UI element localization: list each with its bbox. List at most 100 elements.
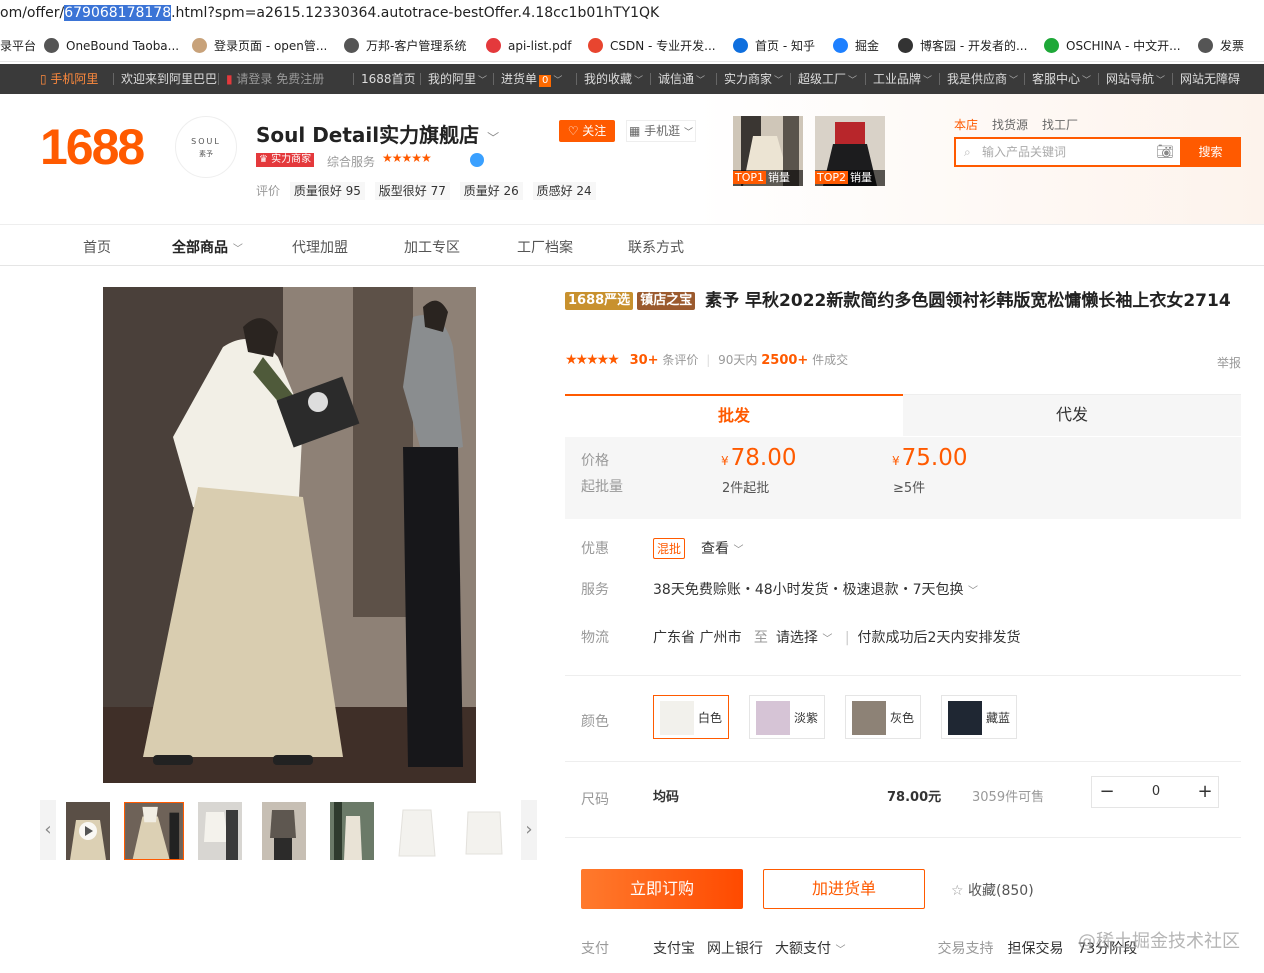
thumbnail-image <box>330 802 374 860</box>
bookmark-label: OSCHINA - 中文开... <box>1066 39 1181 53</box>
color-option-white[interactable]: 白色 <box>653 695 729 739</box>
search-tab-factory[interactable]: 找工厂 <box>1042 118 1078 132</box>
promo-view-link[interactable]: 查看 ﹀ <box>701 541 743 557</box>
bookmark-item[interactable]: CSDN - 专业开发... <box>588 37 716 55</box>
thumbnail-video[interactable] <box>66 802 110 860</box>
top-product-2[interactable]: TOP2 销量 <box>815 116 885 186</box>
thumbnail[interactable] <box>395 802 439 860</box>
address-bar[interactable]: om/offer/679068178178.html?spm=a2615.123… <box>0 0 1264 28</box>
thumbnail-selected[interactable] <box>124 802 184 860</box>
divider <box>218 73 219 85</box>
topbar-item[interactable]: 诚信通 ﹀ <box>658 71 705 89</box>
decrement-button[interactable]: − <box>1092 777 1122 807</box>
topbar-item[interactable]: 我的阿里 ﹀ <box>428 71 487 89</box>
chevron-down-icon: ﹀ <box>232 244 243 255</box>
topbar-item[interactable]: 实力商家 ﹀ <box>724 71 783 89</box>
badge-text: 实力商家 <box>271 154 312 165</box>
chevron-down-icon: ﹀ <box>923 76 933 86</box>
rating-tag[interactable]: 版型很好 77 <box>374 182 450 200</box>
color-option-gray[interactable]: 灰色 <box>845 695 921 739</box>
juejin-icon <box>833 38 848 53</box>
price-tier-1-qty: 2件起批 <box>722 481 770 496</box>
search-tab-shop[interactable]: 本店 <box>954 118 978 132</box>
site-logo[interactable]: 1688 <box>40 118 145 176</box>
thumbnail-next-button[interactable]: › <box>521 800 537 860</box>
topbar-item[interactable]: 网站导航 ﹀ <box>1106 71 1165 89</box>
search-tab-source[interactable]: 找货源 <box>992 118 1028 132</box>
increment-button[interactable]: + <box>1190 777 1220 807</box>
rating-tag[interactable]: 质量很好 95 <box>289 182 365 200</box>
topbar-label: 我的收藏 <box>584 72 633 86</box>
main-product-image[interactable] <box>103 287 476 783</box>
bookmark-item[interactable]: 首页 - 知乎 <box>733 37 815 55</box>
bookmark-item[interactable]: 万邦-客户管理系统 <box>344 37 466 55</box>
chevron-down-icon[interactable]: ﹀ <box>835 945 845 956</box>
bookmark-label: 录平台 <box>0 39 37 53</box>
topbar-item[interactable]: 进货单 0 ﹀ <box>501 71 562 89</box>
thumbnail-image <box>462 802 506 860</box>
heart-icon: ♡ <box>567 124 579 138</box>
bookmark-item[interactable]: 博客园 - 开发者的... <box>898 37 1027 55</box>
follow-button[interactable]: ♡ 关注 <box>559 120 615 142</box>
thumbnail-prev-button[interactable]: ‹ <box>40 800 56 860</box>
size-name: 均码 <box>653 790 680 805</box>
topbar-item[interactable]: ▯ 手机阿里 <box>40 71 98 87</box>
tag-shop-treasure: 镇店之宝 <box>637 292 696 310</box>
thumbnail[interactable] <box>330 802 374 860</box>
bookmark-item[interactable]: api-list.pdf <box>486 37 572 55</box>
chevron-down-icon[interactable]: ﹀ <box>968 586 978 597</box>
bookmark-item[interactable]: OneBound Taoba... <box>44 37 179 55</box>
nav-home[interactable]: 首页 <box>83 237 111 257</box>
promo-label: 优惠 <box>581 541 609 557</box>
bookmark-item[interactable]: 发票 <box>1198 37 1244 55</box>
shop-avatar[interactable]: SOUL 素予 <box>175 116 237 178</box>
topbar-item[interactable]: 网站无障碍 <box>1180 71 1240 87</box>
moq-label: 起批量 <box>581 479 623 495</box>
search-icon: ⌕ <box>964 145 971 159</box>
topbar-label: 1688首页 <box>361 72 416 86</box>
camera-icon[interactable]: 📷︎ <box>1156 139 1174 165</box>
rating-tag[interactable]: 质感好 24 <box>532 182 596 200</box>
ship-to-select[interactable]: 请选择 ﹀ <box>776 630 832 646</box>
nav-all-products[interactable]: 全部商品 ﹀ <box>172 237 243 257</box>
thumbnail[interactable] <box>262 802 306 860</box>
topbar-item[interactable]: 我是供应商 ﹀ <box>947 71 1018 89</box>
add-to-cart-button[interactable]: 加进货单 <box>763 869 925 909</box>
topbar-item[interactable]: ▮ 请登录 免费注册 <box>226 71 324 87</box>
color-option-navy[interactable]: 藏蓝 <box>941 695 1017 739</box>
search-input[interactable]: ⌕ 输入产品关键词 📷︎ <box>954 137 1180 167</box>
top-product-1[interactable]: TOP1 销量 <box>733 116 803 186</box>
bookmark-item[interactable]: 掘金 <box>833 37 879 55</box>
review-count[interactable]: 30+ <box>630 353 659 368</box>
topbar-item[interactable]: 超级工厂 ﹀ <box>798 71 857 89</box>
thumbnail[interactable] <box>462 802 506 860</box>
color-option-lavender[interactable]: 淡紫 <box>749 695 825 739</box>
topbar-item[interactable]: 我的收藏 ﹀ <box>584 71 643 89</box>
topbar-label: 诚信通 <box>658 72 695 86</box>
topbar-item[interactable]: 欢迎来到阿里巴巴 <box>121 71 217 87</box>
shop-name[interactable]: Soul Detail实力旗舰店 ﹀ <box>256 119 499 148</box>
topbar-item[interactable]: 客服中心 ﹀ <box>1032 71 1091 89</box>
topbar-item[interactable]: 1688首页 <box>361 71 416 87</box>
bookmark-item[interactable]: 录平台 <box>0 37 36 55</box>
nav-agent[interactable]: 代理加盟 <box>292 237 348 257</box>
chevron-down-icon: ﹀ <box>487 131 500 145</box>
bookmark-item[interactable]: 登录页面 - open管... <box>192 37 327 55</box>
thumbnail[interactable] <box>198 802 242 860</box>
tab-wholesale[interactable]: 批发 <box>565 394 903 436</box>
mobile-shop-button[interactable]: ▦ 手机逛 ﹀ <box>626 120 696 142</box>
nav-factory[interactable]: 工厂档案 <box>517 237 573 257</box>
buy-now-button[interactable]: 立即订购 <box>581 869 743 909</box>
tab-dropship[interactable]: 代发 <box>903 394 1241 436</box>
topbar-item[interactable]: 工业品牌 ﹀ <box>873 71 932 89</box>
chevron-down-icon: ﹀ <box>684 128 694 138</box>
search-button[interactable]: 搜索 <box>1180 137 1241 167</box>
nav-contact[interactable]: 联系方式 <box>628 237 684 257</box>
bookmark-item[interactable]: OSCHINA - 中文开... <box>1044 37 1181 55</box>
divider <box>113 73 114 85</box>
report-link[interactable]: 举报 <box>1217 354 1241 371</box>
quantity-input[interactable]: 0 <box>1122 777 1190 807</box>
rating-tag[interactable]: 质量好 26 <box>459 182 523 200</box>
favorite-button[interactable]: ☆ 收藏(850) <box>951 880 1034 900</box>
nav-processing[interactable]: 加工专区 <box>404 237 460 257</box>
